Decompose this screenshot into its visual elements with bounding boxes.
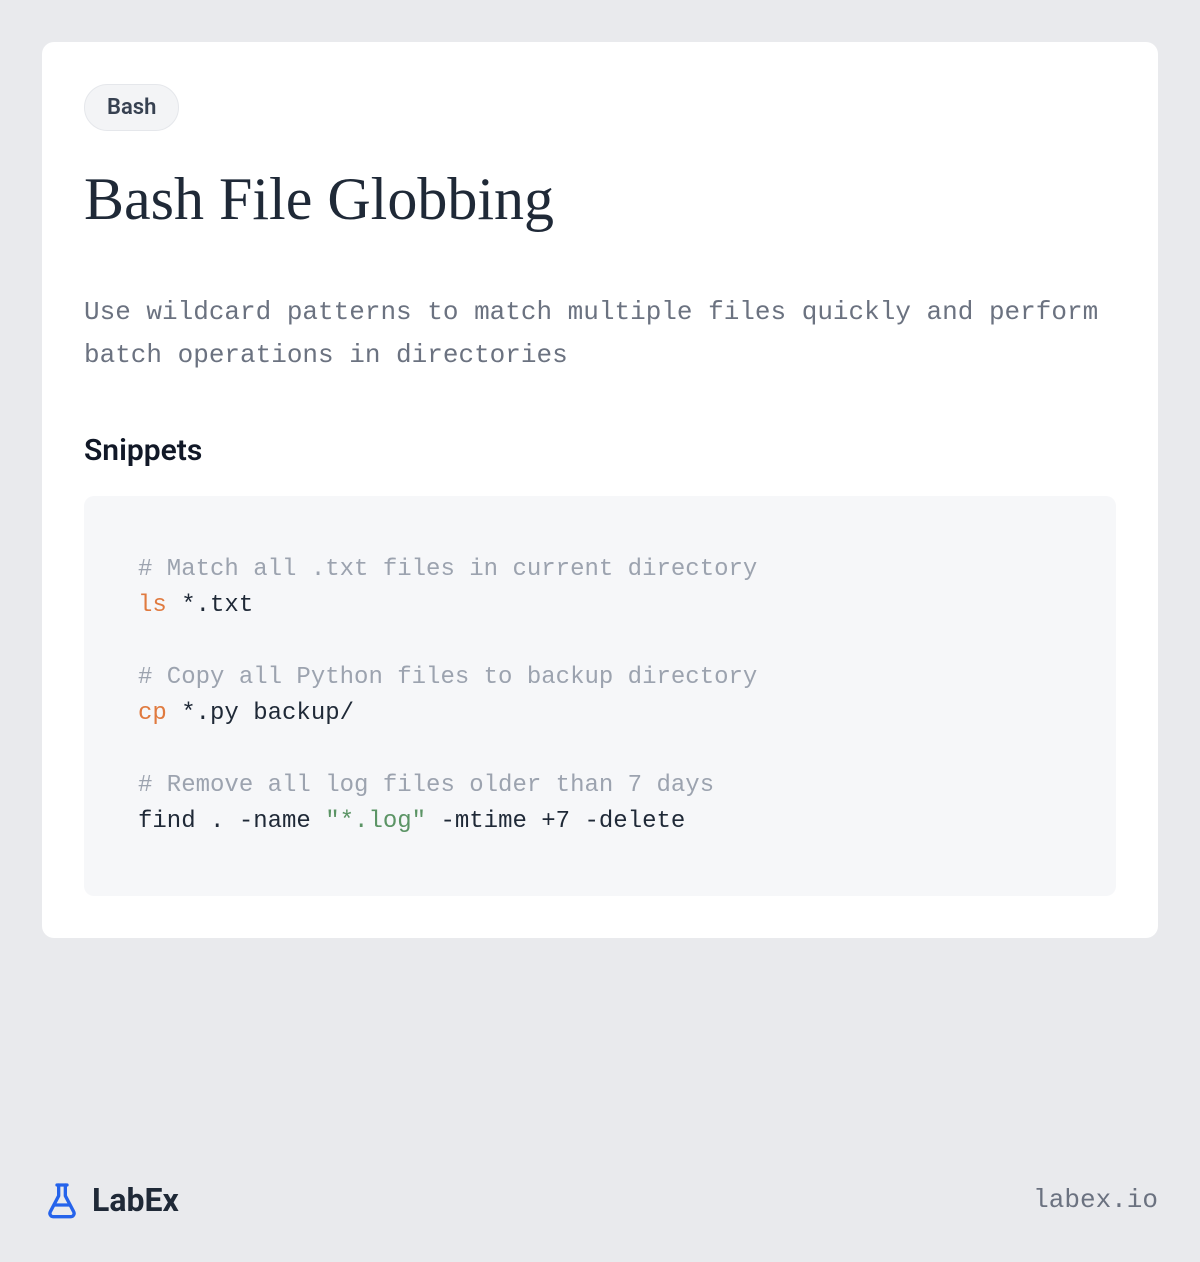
code-token-cmd: cp (138, 700, 167, 727)
brand-logo: LabEx (42, 1180, 179, 1220)
footer: LabEx labex.io (0, 1180, 1200, 1262)
page-title: Bash File Globbing (84, 163, 1116, 235)
content-card: Bash Bash File Globbing Use wildcard pat… (42, 42, 1158, 938)
code-token-string: "*.log" (325, 808, 426, 835)
brand-name: LabEx (92, 1181, 179, 1219)
language-tag: Bash (84, 84, 179, 131)
code-token-comment: # Copy all Python files to backup direct… (138, 664, 757, 691)
code-token-cmd: ls (138, 592, 167, 619)
code-snippet-block: # Match all .txt files in current direct… (84, 496, 1116, 896)
code-token-comment: # Match all .txt files in current direct… (138, 556, 757, 583)
snippets-heading: Snippets (84, 433, 1116, 468)
flask-icon (42, 1180, 82, 1220)
description-text: Use wildcard patterns to match multiple … (84, 291, 1116, 377)
code-token-comment: # Remove all log files older than 7 days (138, 772, 714, 799)
footer-url: labex.io (1033, 1185, 1158, 1215)
